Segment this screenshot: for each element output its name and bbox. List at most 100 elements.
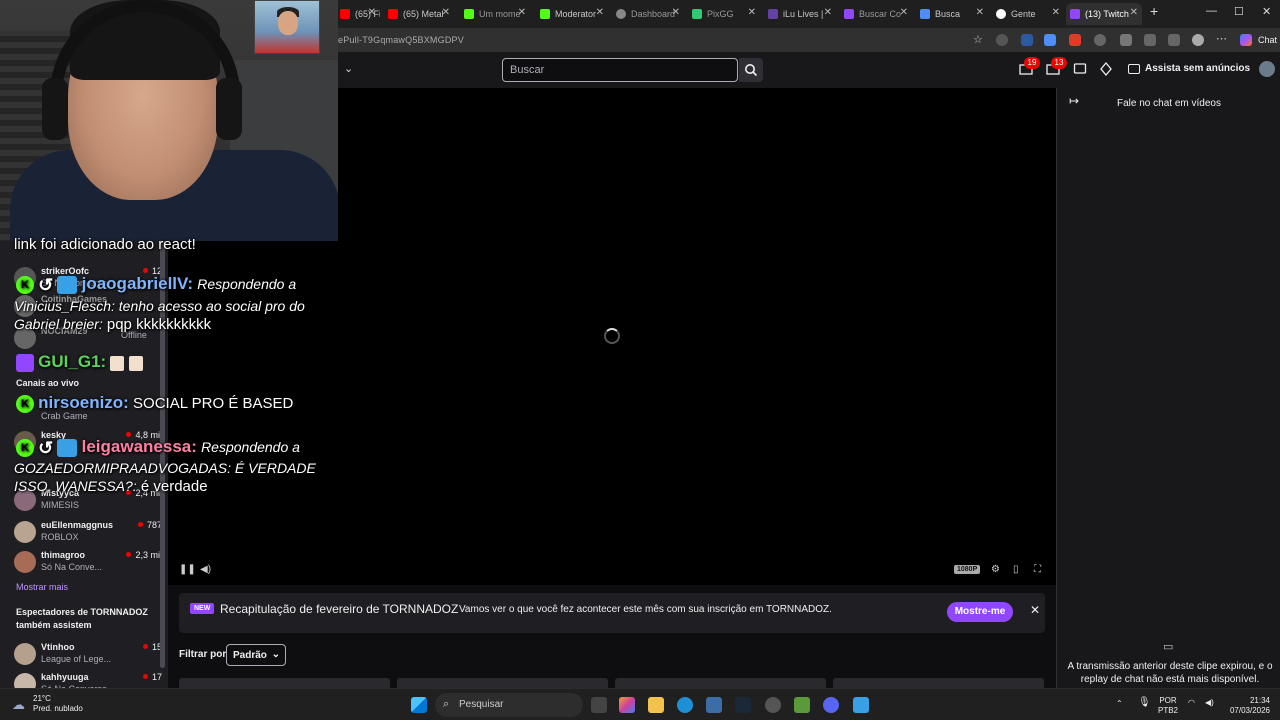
app-icon[interactable] bbox=[765, 697, 781, 713]
store-icon[interactable] bbox=[706, 697, 722, 713]
sidebar-channel[interactable]: Mistyyca MIMESIS 2,4 mil bbox=[14, 486, 164, 516]
clip-thumbnail[interactable] bbox=[615, 678, 826, 688]
copilot-icon[interactable] bbox=[619, 697, 635, 713]
browser-tab[interactable]: Busca ✕ bbox=[916, 3, 988, 25]
download-icon[interactable] bbox=[1168, 34, 1180, 46]
sidebar-scrollbar[interactable] bbox=[160, 188, 165, 668]
close-icon[interactable]: ✕ bbox=[976, 7, 984, 18]
steam-icon[interactable] bbox=[735, 697, 751, 713]
twitch-icon bbox=[844, 9, 854, 19]
extension-icon[interactable] bbox=[1069, 34, 1081, 46]
wifi-icon[interactable]: ◠ bbox=[1188, 698, 1195, 708]
sidebar-channel[interactable]: Vtinhoo League of Lege... 15 bbox=[14, 640, 164, 670]
taskbar-search[interactable]: ⌕ Pesquisar bbox=[435, 693, 583, 717]
language-indicator[interactable]: POR PTB2 bbox=[1158, 696, 1178, 716]
user-avatar[interactable] bbox=[1259, 61, 1275, 77]
extension-icon[interactable] bbox=[1120, 34, 1132, 46]
clock[interactable]: 21:34 07/03/2026 bbox=[1226, 696, 1270, 716]
search-button[interactable] bbox=[739, 58, 763, 82]
copilot-icon[interactable] bbox=[1240, 34, 1252, 46]
browser-tab-active[interactable]: (13) Twitch ✕ bbox=[1066, 3, 1142, 25]
whispers-icon[interactable] bbox=[1073, 62, 1087, 76]
bits-icon[interactable] bbox=[1099, 62, 1113, 76]
chat-unavailable-message: A transmissão anterior deste clipe expir… bbox=[1067, 661, 1273, 685]
start-icon[interactable] bbox=[411, 697, 427, 713]
translate-icon[interactable] bbox=[1044, 34, 1056, 46]
browser-tab[interactable]: Gente ✕ bbox=[992, 3, 1064, 25]
close-icon[interactable]: ✕ bbox=[518, 7, 526, 18]
sidebar-channel[interactable]: thimagroo Só Na Conve... 2,3 mil bbox=[14, 548, 164, 578]
close-icon[interactable]: ✕ bbox=[368, 7, 376, 18]
settings-icon[interactable]: ⚙ bbox=[991, 564, 1000, 575]
sidebar-channel[interactable]: NOCIAM29 Offline bbox=[14, 324, 164, 354]
extension-icon[interactable] bbox=[996, 34, 1008, 46]
favorites-icon[interactable] bbox=[1144, 34, 1156, 46]
task-view-icon[interactable] bbox=[591, 697, 607, 713]
app-icon[interactable] bbox=[794, 697, 810, 713]
filter-select[interactable]: Padrão ⌄ bbox=[226, 644, 286, 666]
youtube-icon bbox=[388, 9, 398, 19]
chevron-down-icon[interactable]: ⌄ bbox=[344, 62, 353, 75]
close-icon[interactable]: ✕ bbox=[824, 7, 832, 18]
chat-label[interactable]: Chat bbox=[1258, 35, 1277, 45]
avatar bbox=[14, 295, 36, 317]
close-icon[interactable]: ✕ bbox=[672, 7, 680, 18]
edge-icon[interactable] bbox=[677, 697, 693, 713]
extension-icon[interactable] bbox=[1021, 34, 1033, 46]
refresh-icon[interactable] bbox=[1094, 34, 1106, 46]
clip-thumbnail[interactable] bbox=[833, 678, 1044, 688]
url-field[interactable]: ePull-T9GqmawQ5BXMGDPV bbox=[338, 35, 464, 45]
minimize-button[interactable]: — bbox=[1206, 5, 1217, 17]
clip-thumbnail[interactable] bbox=[179, 678, 390, 688]
kick-icon bbox=[464, 9, 474, 19]
volume-icon[interactable]: ◀) bbox=[200, 564, 211, 575]
star-icon[interactable]: ☆ bbox=[973, 33, 983, 46]
browser-tab[interactable]: (65) Metal ✕ bbox=[384, 3, 454, 25]
clip-thumbnail[interactable] bbox=[397, 678, 608, 688]
close-icon[interactable]: ✕ bbox=[900, 7, 908, 18]
banner-text: Vamos ver o que você fez acontecer este … bbox=[459, 604, 832, 615]
browser-tab[interactable]: iLu Lives | ✕ bbox=[764, 3, 836, 25]
search-input[interactable]: Buscar bbox=[502, 58, 738, 82]
browser-tab[interactable]: Dashboard ✕ bbox=[612, 3, 684, 25]
browser-tab[interactable]: Moderator ✕ bbox=[536, 3, 608, 25]
theatre-mode-icon[interactable]: ▯ bbox=[1013, 564, 1019, 575]
close-icon[interactable]: ✕ bbox=[442, 7, 450, 18]
close-icon[interactable]: ✕ bbox=[748, 7, 756, 18]
browser-tab[interactable]: Um mome ✕ bbox=[460, 3, 530, 25]
app-icon[interactable] bbox=[853, 697, 869, 713]
sidebar-channel[interactable]: strikerOofc Só Na Conversa 12 bbox=[14, 264, 164, 294]
browser-tab[interactable]: (65) Fi ✕ bbox=[336, 3, 380, 25]
more-icon[interactable]: ⋯ bbox=[1216, 32, 1227, 45]
fullscreen-icon[interactable]: ⛶ bbox=[1034, 564, 1041, 575]
close-icon[interactable]: ✕ bbox=[1130, 7, 1138, 18]
show-me-button[interactable]: Mostre-me bbox=[947, 602, 1013, 622]
new-tab-button[interactable]: + bbox=[1150, 3, 1158, 19]
show-more-link[interactable]: Mostrar mais bbox=[16, 582, 68, 592]
avatar bbox=[14, 521, 36, 543]
browser-tab[interactable]: PixGG ✕ bbox=[688, 3, 760, 25]
close-icon[interactable]: ✕ bbox=[596, 7, 604, 18]
also-watch-heading: também assistem bbox=[16, 620, 92, 630]
profile-avatar[interactable] bbox=[1192, 34, 1204, 46]
weather-icon: ☁ bbox=[12, 697, 25, 712]
globe-icon bbox=[616, 9, 626, 19]
tray-expand-icon[interactable]: ⌃ bbox=[1116, 699, 1123, 709]
avatar bbox=[14, 643, 36, 665]
chat-title: Fale no chat em vídeos bbox=[1117, 98, 1221, 109]
close-window-button[interactable]: ✕ bbox=[1262, 5, 1271, 18]
maximize-button[interactable]: ☐ bbox=[1234, 5, 1244, 18]
close-icon[interactable]: ✕ bbox=[1030, 603, 1040, 617]
close-icon[interactable]: ✕ bbox=[1052, 7, 1060, 18]
pause-icon[interactable]: ❚❚ bbox=[179, 564, 196, 575]
sidebar-channel[interactable]: kesky 4,8 mil bbox=[14, 428, 164, 458]
microphone-icon[interactable]: 🎙 bbox=[1138, 698, 1151, 708]
sidebar-channel[interactable]: CoitinhaGames bbox=[14, 292, 164, 322]
ad-free-button[interactable]: Assista sem anúncios bbox=[1128, 63, 1250, 74]
volume-icon[interactable]: ◀) bbox=[1205, 698, 1214, 708]
file-explorer-icon[interactable] bbox=[648, 697, 664, 713]
browser-tab[interactable]: Buscar Co ✕ bbox=[840, 3, 912, 25]
sidebar-channel[interactable]: euEllenmaggnus ROBLOX 787 bbox=[14, 518, 164, 548]
weather-widget[interactable]: 21°C Pred. nublado bbox=[33, 694, 83, 714]
discord-icon[interactable] bbox=[823, 697, 839, 713]
